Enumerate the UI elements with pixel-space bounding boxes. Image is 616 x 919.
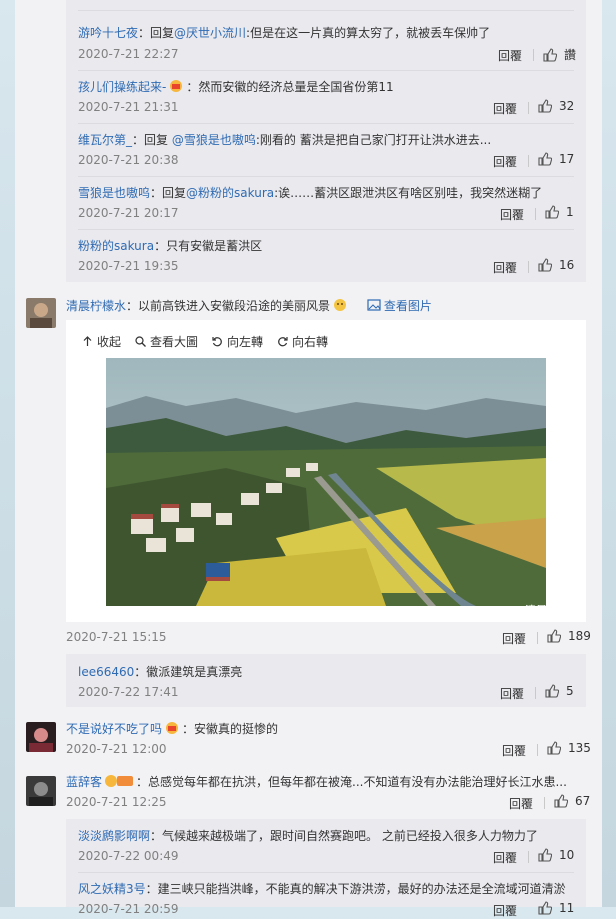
reply-user[interactable]: 淡淡䴘影啊啊 — [78, 829, 150, 843]
reply-button[interactable]: 回覆 — [502, 742, 526, 759]
thumb-up-icon — [538, 99, 552, 113]
avatar[interactable] — [26, 298, 56, 328]
reply-user[interactable]: 雪狼是也嗷呜 — [78, 186, 150, 200]
image-toolbar: 收起 查看大圖 向左轉 向右轉 — [82, 333, 328, 350]
vip-badge-icon — [170, 80, 183, 92]
comment-user[interactable]: 清晨柠檬水 — [66, 299, 126, 313]
thumb-up-icon — [554, 794, 568, 808]
thumb-up-icon — [538, 848, 552, 862]
thumb-up-icon — [538, 901, 552, 915]
thumb-up-icon — [543, 47, 557, 62]
thumb-up-icon — [547, 741, 561, 755]
reply-text: 维瓦尔第_：回复 @雪狼是也嗷呜:刚看的 蓄洪是把自己家门打开让洪水进去... — [78, 133, 492, 147]
like-button[interactable]: 5 — [545, 684, 574, 698]
reply-user[interactable]: 游吟十七夜 — [78, 26, 138, 40]
reply-time: 2020-7-21 20:59 — [78, 902, 179, 916]
comment-time: 2020-7-21 12:00 — [66, 742, 167, 756]
image-watermark: @清晨柠檬水 — [514, 604, 580, 617]
reply-list: 淡淡䴘影啊啊：气候越来越极端了，跟时间自然赛跑吧。 之前已经投入很多人力物力了 … — [66, 819, 586, 918]
arrow-up-icon — [83, 336, 92, 346]
reply-time: 2020-7-21 21:31 — [78, 100, 179, 114]
reply-text: 粉粉的sakura：只有安徽是蓄洪区 — [78, 239, 263, 253]
reply-time: 2020-7-21 19:35 — [78, 259, 179, 273]
reply-button[interactable]: 回覆 — [493, 153, 517, 170]
reply-button[interactable]: 回覆 — [493, 849, 517, 866]
reply-button[interactable]: 回覆 — [500, 206, 524, 223]
like-button[interactable]: 11 — [538, 901, 574, 915]
reply-button[interactable]: 回覆 — [502, 630, 526, 647]
like-button[interactable]: 16 — [538, 258, 574, 272]
reply-user[interactable]: 孩儿们操练起来- — [78, 80, 166, 94]
reply-time: 2020-7-21 20:17 — [78, 206, 179, 220]
like-button[interactable]: 讚 — [543, 46, 576, 63]
rotate-right-button[interactable]: 向右轉 — [277, 333, 328, 350]
reply-time: 2020-7-21 22:27 — [78, 47, 179, 61]
reply-user[interactable]: lee66460 — [78, 665, 134, 679]
reply-text: 游吟十七夜：回复@厌世小流川:但是在这一片真的算太穷了，就被丢车保帅了 — [78, 26, 491, 40]
mention-link[interactable]: @雪狼是也嗷呜 — [172, 133, 256, 147]
mention-link[interactable]: @粉粉的sakura — [186, 186, 274, 200]
reply-text: 风之妖精3号：建三峡只能挡洪峰，不能真的解决下游洪涝，最好的办法还是全流域河道清… — [78, 882, 566, 896]
reply-button[interactable]: 回覆 — [500, 685, 524, 702]
rotate-left-icon — [212, 337, 222, 347]
comment-time: 2020-7-21 12:25 — [66, 795, 167, 809]
reply-text: lee66460：徽派建筑是真漂亮 — [78, 665, 243, 679]
collapse-button[interactable]: 收起 — [82, 333, 121, 350]
thumb-up-icon — [545, 205, 559, 219]
magnifier-icon — [135, 336, 146, 347]
like-button[interactable]: 1 — [545, 205, 574, 219]
emoji-icon — [334, 299, 347, 311]
comment-text: 蓝辞客 ：总感觉每年都在抗洪，但每年都在被淹...不知道有没有办法能治理好长江水患… — [66, 775, 567, 789]
avatar[interactable] — [26, 722, 56, 752]
rotate-right-icon — [278, 337, 288, 347]
thumb-up-icon — [547, 629, 561, 643]
rotate-left-button[interactable]: 向左轉 — [212, 333, 263, 350]
reply-list: lee66460：徽派建筑是真漂亮 2020-7-22 17:41 回覆 5 — [66, 654, 586, 707]
like-button[interactable]: 135 — [547, 741, 591, 755]
reply-time: 2020-7-22 00:49 — [78, 849, 179, 863]
reply-button[interactable]: 回覆 — [493, 259, 517, 276]
reply-text: 孩儿们操练起来- ：然而安徽的经济总量是全国省份第11 — [78, 80, 394, 94]
view-image-link[interactable]: 查看图片 — [364, 299, 432, 313]
like-button[interactable]: 189 — [547, 629, 591, 643]
view-large-button[interactable]: 查看大圖 — [135, 333, 198, 350]
like-button[interactable]: 32 — [538, 99, 574, 113]
reply-button[interactable]: 回覆 — [493, 902, 517, 919]
thumb-up-icon — [538, 152, 552, 166]
comment-user[interactable]: 不是说好不吃了吗 — [66, 722, 162, 736]
like-button[interactable]: 10 — [538, 848, 574, 862]
like-button[interactable]: 67 — [554, 794, 590, 808]
vip-badge-icon — [166, 722, 179, 734]
image-icon — [367, 299, 381, 311]
reply-button[interactable]: 回覆 — [509, 795, 533, 812]
comment-text: 不是说好不吃了吗 ：安徽真的挺惨的 — [66, 722, 279, 736]
avatar[interactable] — [26, 776, 56, 806]
image-viewer: 收起 查看大圖 向左轉 向右轉 @清晨柠檬水 — [66, 320, 586, 622]
mention-link[interactable]: @厌世小流川 — [174, 26, 246, 40]
vip-badge-icon — [105, 775, 134, 787]
reply-list: 游吟十七夜：回复@厌世小流川:但是在这一片真的算太穷了，就被丢车保帅了 2020… — [66, 0, 586, 282]
comment-user[interactable]: 蓝辞客 — [66, 775, 102, 789]
reply-time: 2020-7-22 17:41 — [78, 685, 179, 699]
comment-text: 清晨柠檬水：以前高铁进入安徽段沿途的美丽风景 查看图片 — [66, 299, 432, 313]
reply-time: 2020-7-21 20:38 — [78, 153, 179, 167]
like-button[interactable]: 17 — [538, 152, 574, 166]
thumb-up-icon — [538, 258, 552, 272]
comment-time: 2020-7-21 15:15 — [66, 630, 167, 644]
thumb-up-icon — [545, 684, 559, 698]
reply-user[interactable]: 粉粉的sakura — [78, 239, 154, 253]
reply-user[interactable]: 维瓦尔第_ — [78, 133, 132, 147]
reply-button[interactable]: 回覆 — [493, 100, 517, 117]
reply-user[interactable]: 风之妖精3号 — [78, 882, 146, 896]
reply-button[interactable]: 回覆 — [498, 47, 522, 64]
reply-text: 雪狼是也嗷呜：回复@粉粉的sakura:诶……蓄洪区跟泄洪区有啥区别哇，我突然迷… — [78, 186, 543, 200]
landscape-photo[interactable] — [106, 358, 546, 606]
reply-text: 淡淡䴘影啊啊：气候越来越极端了，跟时间自然赛跑吧。 之前已经投入很多人力物力了 — [78, 829, 538, 843]
